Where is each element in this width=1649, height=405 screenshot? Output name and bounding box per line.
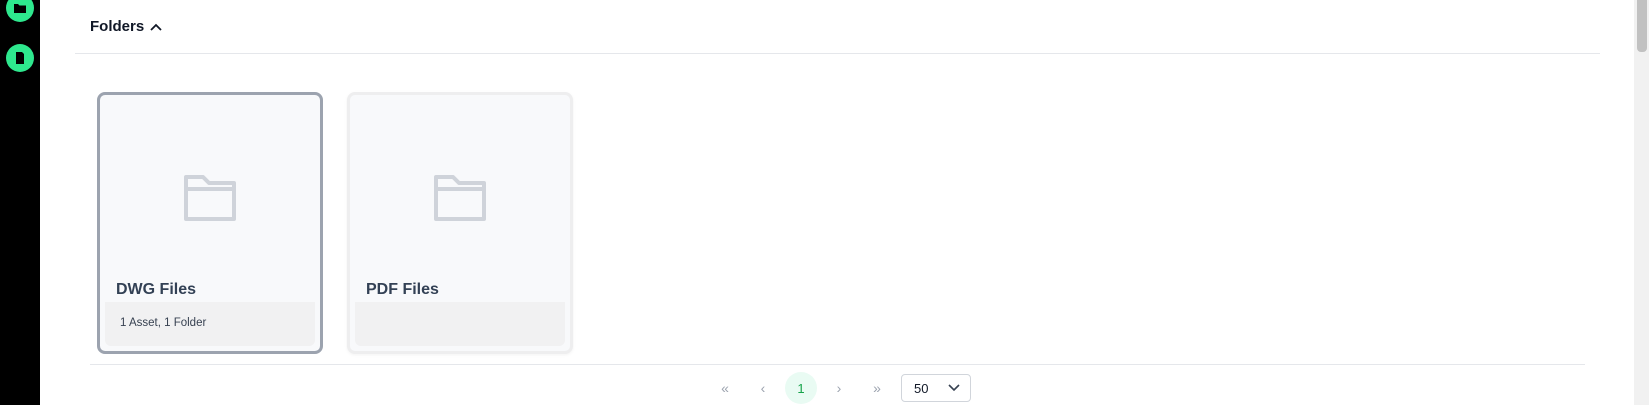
folder-card-dwg[interactable]: DWG Files 1 Asset, 1 Folder	[97, 92, 323, 354]
sidebar	[0, 0, 40, 405]
folder-card-pdf[interactable]: PDF Files	[347, 92, 573, 354]
folder-footer: 1 Asset, 1 Folder	[105, 302, 315, 346]
section-title: Folders	[90, 18, 145, 35]
chevron-down-icon	[948, 384, 960, 392]
page-size-value: 50	[914, 380, 929, 396]
folder-icon	[14, 4, 26, 13]
chevron-right-icon: ›	[836, 380, 842, 396]
first-page-button[interactable]: «	[706, 372, 744, 404]
pagination: « ‹ 1 › » 50	[706, 372, 971, 404]
divider	[75, 53, 1600, 54]
folder-name: DWG Files	[116, 281, 197, 298]
vertical-scrollbar[interactable]	[1634, 0, 1649, 405]
page-size-select[interactable]: 50	[901, 374, 971, 402]
previous-page-button[interactable]: ‹	[744, 372, 782, 404]
sidebar-document-button[interactable]	[6, 44, 34, 72]
folder-name: PDF Files	[366, 281, 439, 298]
folder-footer	[355, 302, 565, 346]
sidebar-folder-button[interactable]	[6, 0, 34, 22]
page-number-button[interactable]: 1	[785, 372, 817, 404]
chevron-up-icon	[150, 23, 162, 31]
folder-icon	[184, 175, 236, 221]
double-chevron-right-icon: »	[873, 380, 881, 396]
next-page-button[interactable]: ›	[820, 372, 858, 404]
double-chevron-left-icon: «	[721, 380, 729, 396]
document-icon	[16, 52, 24, 64]
folders-section-toggle[interactable]: Folders	[90, 18, 162, 35]
last-page-button[interactable]: »	[858, 372, 896, 404]
chevron-left-icon: ‹	[760, 380, 766, 396]
scrollbar-thumb[interactable]	[1637, 0, 1647, 52]
folder-icon	[434, 175, 486, 221]
folder-meta: 1 Asset, 1 Folder	[120, 317, 207, 329]
divider	[90, 364, 1585, 365]
